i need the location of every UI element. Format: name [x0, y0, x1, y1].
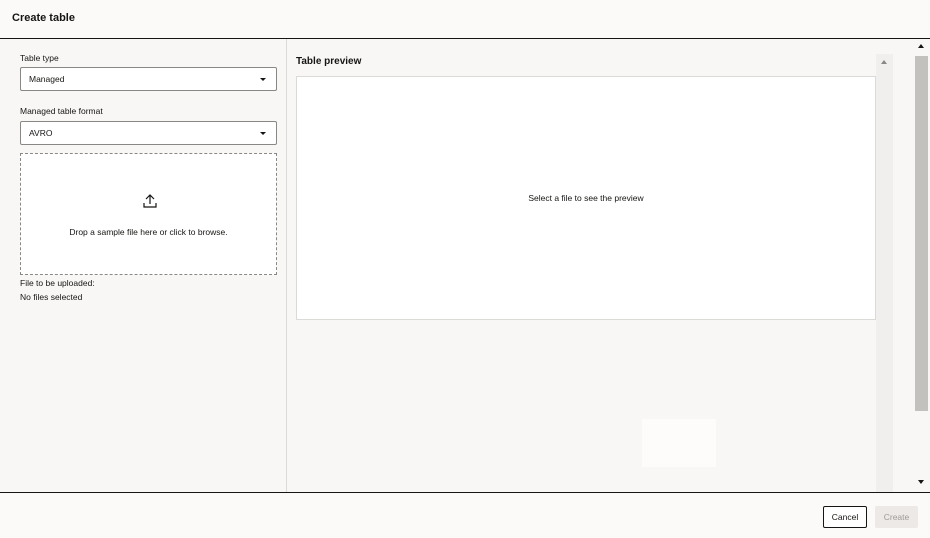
preview-area: Select a file to see the preview	[296, 76, 876, 320]
create-button[interactable]: Create	[875, 506, 918, 528]
cancel-button[interactable]: Cancel	[823, 506, 867, 528]
preview-title: Table preview	[296, 56, 362, 67]
dialog-footer: Cancel Create	[0, 492, 930, 538]
preview-scrollbar[interactable]	[876, 54, 893, 492]
file-status: No files selected	[20, 292, 83, 302]
managed-table-format-select[interactable]: AVRO	[20, 121, 277, 145]
scroll-up-icon[interactable]	[918, 44, 924, 48]
chevron-down-icon	[260, 78, 266, 81]
dialog-body: Table type Managed Managed table format …	[0, 39, 930, 492]
dialog-title: Create table	[12, 12, 75, 24]
preview-placeholder-block	[642, 419, 716, 467]
chevron-down-icon	[260, 132, 266, 135]
upload-icon	[143, 194, 157, 208]
file-dropzone[interactable]: Drop a sample file here or click to brow…	[20, 153, 277, 275]
scroll-down-icon[interactable]	[918, 480, 924, 484]
preview-empty-message: Select a file to see the preview	[528, 193, 644, 203]
scroll-up-icon[interactable]	[881, 60, 887, 64]
managed-table-format-value: AVRO	[29, 128, 53, 138]
dialog-scrollbar[interactable]	[913, 39, 930, 492]
scrollbar-thumb[interactable]	[915, 56, 928, 411]
table-type-value: Managed	[29, 74, 65, 84]
table-type-label: Table type	[20, 53, 59, 63]
dialog-header: Create table	[0, 0, 930, 39]
dropzone-text: Drop a sample file here or click to brow…	[69, 227, 228, 237]
form-panel: Table type Managed Managed table format …	[0, 39, 287, 492]
table-type-select[interactable]: Managed	[20, 67, 277, 91]
managed-table-format-label: Managed table format	[20, 106, 103, 116]
file-to-upload-label: File to be uploaded:	[20, 278, 95, 288]
